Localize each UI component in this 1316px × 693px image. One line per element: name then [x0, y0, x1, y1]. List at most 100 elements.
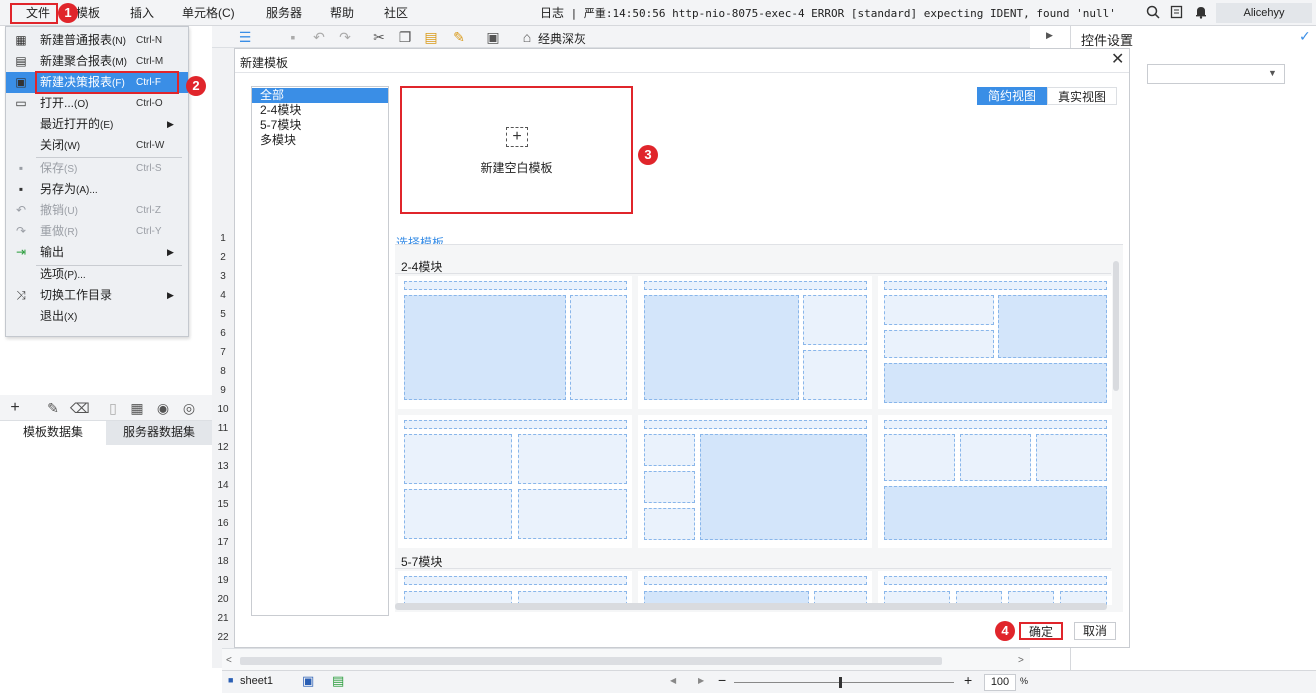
menu-item-recent[interactable]: 最近打开的(E) ▶	[6, 114, 188, 135]
menu-item-close[interactable]: 关闭(W) Ctrl-W	[6, 135, 188, 156]
scroll-left-icon[interactable]: ◀	[670, 676, 676, 685]
database-icon[interactable]: ◉	[154, 399, 172, 417]
row-number[interactable]: 1	[212, 233, 234, 244]
close-icon[interactable]: ✕	[1111, 52, 1124, 68]
menu-insert[interactable]: 插入	[130, 0, 154, 26]
menu-item-options[interactable]: 选项(P)...	[6, 264, 188, 285]
menu-item-save[interactable]: ▪ 保存(S) Ctrl-S	[6, 158, 188, 179]
menu-item-new-aggregate-report[interactable]: ▤ 新建聚合报表(M) Ctrl-M	[6, 51, 188, 72]
menu-template[interactable]: 模板	[76, 0, 100, 26]
widget-type-select[interactable]: ▼	[1147, 64, 1285, 84]
scroll-right-icon[interactable]: ▶	[698, 676, 704, 685]
new-blank-template-card[interactable]: + 新建空白模板	[400, 86, 633, 214]
undo-icon[interactable]: ↶	[310, 28, 328, 46]
sheet-tab[interactable]: sheet1	[240, 675, 273, 687]
add-dashboard-sheet-icon[interactable]: ▤	[332, 673, 344, 689]
row-number[interactable]: 3	[212, 271, 234, 282]
row-number[interactable]: 10	[212, 404, 234, 415]
row-number[interactable]: 16	[212, 518, 234, 529]
row-number[interactable]: 22	[212, 632, 234, 643]
category-item[interactable]: 2-4模块	[252, 103, 388, 118]
menu-community[interactable]: 社区	[384, 0, 408, 26]
menu-item-switch-directory[interactable]: ⤨ 切换工作目录 ▶	[6, 285, 188, 306]
add-report-sheet-icon[interactable]: ▣	[302, 673, 314, 689]
delete-icon[interactable]: ⌫	[70, 399, 90, 417]
redo-icon[interactable]: ↷	[336, 28, 354, 46]
menu-item-save-as[interactable]: ▪ 另存为(A)...	[6, 179, 188, 200]
add-dataset-icon[interactable]: +	[6, 399, 24, 417]
menu-help[interactable]: 帮助	[330, 0, 354, 26]
chevron-left-icon[interactable]: <	[226, 655, 232, 666]
dataset-params-icon[interactable]: ▦	[128, 399, 146, 417]
preview-dataset-icon[interactable]: ▯	[104, 399, 122, 417]
row-number[interactable]: 14	[212, 480, 234, 491]
zoom-in-icon[interactable]: +	[964, 672, 972, 688]
template-thumbnail[interactable]	[878, 276, 1112, 409]
zoom-slider-track[interactable]	[734, 682, 954, 683]
category-item[interactable]: 全部	[252, 88, 388, 103]
row-number[interactable]: 5	[212, 309, 234, 320]
template-thumbnail[interactable]	[878, 415, 1112, 548]
bell-icon[interactable]	[1194, 5, 1208, 19]
log-area[interactable]: 日志 | 严重:14:50:56 http-nio-8075-exec-4 ER…	[540, 0, 1116, 26]
format-brush-icon[interactable]: ✎	[450, 28, 468, 46]
edit-pencil-icon[interactable]: ✓	[1299, 28, 1311, 45]
menu-cell[interactable]: 单元格(C)	[182, 0, 235, 26]
row-number[interactable]: 12	[212, 442, 234, 453]
template-thumbnail[interactable]	[638, 276, 872, 409]
menu-item-new-report[interactable]: ▦ 新建普通报表(N) Ctrl-N	[6, 30, 188, 51]
template-thumbnail[interactable]	[638, 415, 872, 548]
menu-item-export[interactable]: ⇥ 输出 ▶	[6, 242, 188, 263]
theme-label[interactable]: 经典深灰	[538, 30, 586, 47]
row-number[interactable]: 13	[212, 461, 234, 472]
menu-server[interactable]: 服务器	[266, 0, 302, 26]
row-number[interactable]: 18	[212, 556, 234, 567]
template-thumbnail[interactable]	[398, 415, 632, 548]
copy-icon[interactable]: ❐	[396, 28, 414, 46]
search-icon[interactable]	[1146, 5, 1160, 19]
paste-icon[interactable]: ▤	[422, 28, 440, 46]
row-number[interactable]: 17	[212, 537, 234, 548]
category-item[interactable]: 5-7模块	[252, 118, 388, 133]
database-settings-icon[interactable]: ◎	[180, 399, 198, 417]
preview-icon[interactable]: ▣	[484, 28, 502, 46]
menu-item-undo[interactable]: ↶ 撤销(U) Ctrl-Z	[6, 200, 188, 221]
row-number[interactable]: 11	[212, 423, 234, 434]
zoom-out-icon[interactable]: −	[718, 672, 726, 688]
row-number[interactable]: 8	[212, 366, 234, 377]
menu-item-open[interactable]: ▭ 打开...(O) Ctrl-O	[6, 93, 188, 114]
zoom-input[interactable]: 100	[984, 674, 1016, 691]
template-thumbnail[interactable]	[398, 276, 632, 409]
tab-template-dataset[interactable]: 模板数据集	[0, 421, 106, 445]
zoom-slider-handle[interactable]	[839, 677, 842, 688]
template-thumbnail[interactable]	[878, 571, 1112, 605]
theme-shirt-icon[interactable]: ⌂	[518, 28, 536, 46]
row-number[interactable]: 21	[212, 613, 234, 624]
edit-icon[interactable]: ✎	[44, 399, 62, 417]
gallery-vertical-scrollbar[interactable]	[1113, 261, 1119, 391]
tab-simple-view[interactable]: 简约视图	[977, 87, 1047, 105]
row-number[interactable]: 7	[212, 347, 234, 358]
row-number[interactable]: 4	[212, 290, 234, 301]
confirm-button[interactable]: 确定	[1019, 622, 1063, 640]
menu-item-exit[interactable]: 退出(X)	[6, 306, 188, 327]
row-number[interactable]: 20	[212, 594, 234, 605]
tab-real-view[interactable]: 真实视图	[1047, 87, 1117, 105]
row-number[interactable]: 6	[212, 328, 234, 339]
cut-icon[interactable]: ✂	[370, 28, 388, 46]
cancel-button[interactable]: 取消	[1074, 622, 1116, 640]
gallery-horizontal-scrollbar[interactable]	[395, 603, 1107, 610]
chevron-right-icon[interactable]: >	[1018, 655, 1024, 666]
row-number[interactable]: 9	[212, 385, 234, 396]
sheet-scrollbar-thumb[interactable]	[240, 657, 942, 665]
user-account[interactable]: Alicehyy	[1216, 3, 1312, 23]
template-thumbnail[interactable]	[638, 571, 872, 605]
row-number[interactable]: 15	[212, 499, 234, 510]
notes-icon[interactable]	[1170, 5, 1184, 19]
panel-expand-icon[interactable]: ▶	[1046, 30, 1053, 41]
row-number[interactable]: 19	[212, 575, 234, 586]
row-number[interactable]: 2	[212, 252, 234, 263]
template-thumbnail[interactable]	[398, 571, 632, 605]
category-item[interactable]: 多模块	[252, 133, 388, 148]
menu-item-redo[interactable]: ↷ 重做(R) Ctrl-Y	[6, 221, 188, 242]
